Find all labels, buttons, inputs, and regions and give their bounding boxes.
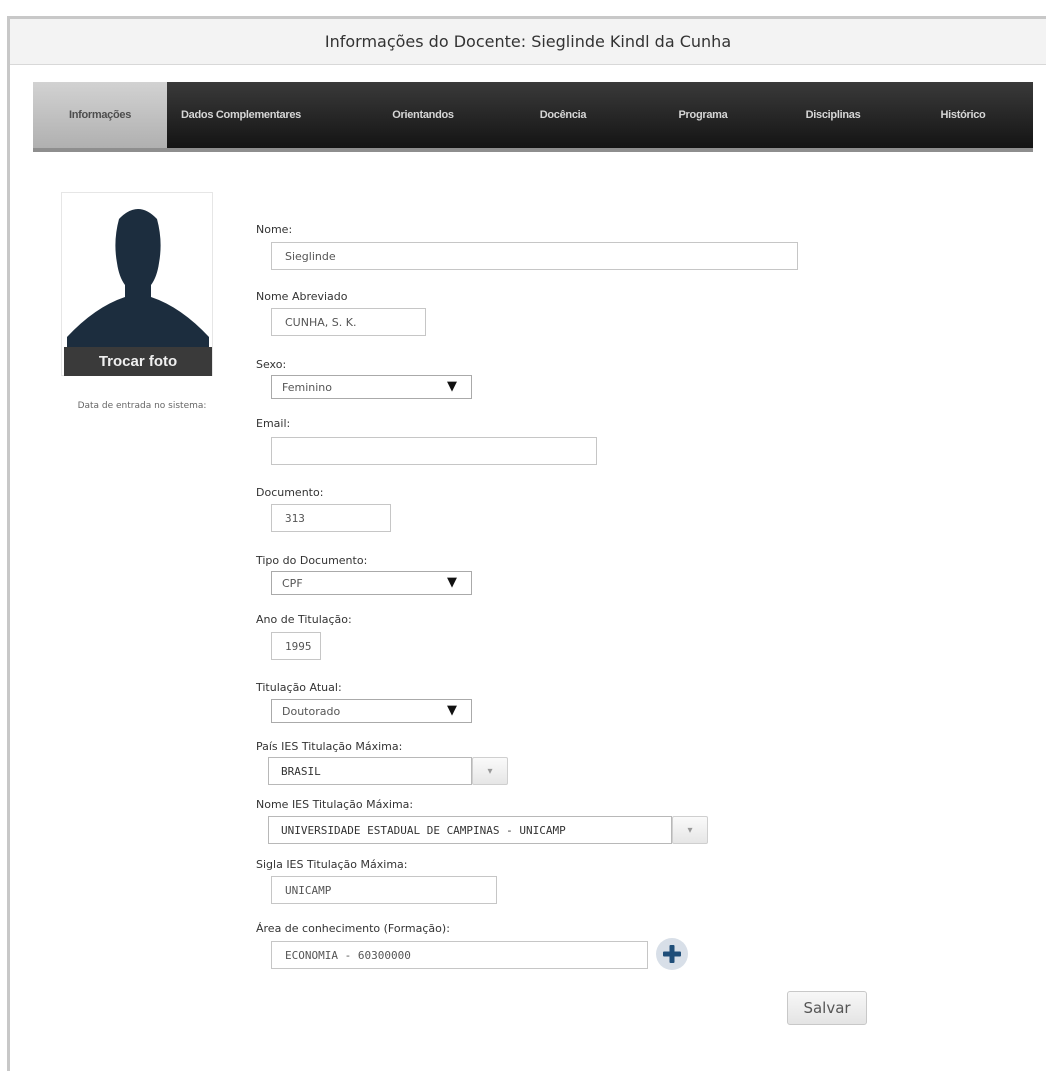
tab-informacoes[interactable]: Informações bbox=[33, 82, 167, 148]
pais-ies-label: País IES Titulação Máxima: bbox=[256, 740, 403, 753]
titulacao-atual-value: Doutorado bbox=[282, 704, 341, 718]
dropdown-arrow-icon: ▼ bbox=[447, 379, 457, 394]
ano-titulacao-field[interactable]: 1995 bbox=[271, 632, 321, 660]
pais-ies-combobox[interactable]: BRASIL bbox=[268, 757, 472, 785]
chevron-down-icon: ▾ bbox=[487, 765, 493, 777]
nome-ies-label: Nome IES Titulação Máxima: bbox=[256, 798, 414, 811]
sexo-select[interactable]: Feminino ▼ bbox=[271, 375, 472, 399]
sigla-ies-field[interactable]: UNICAMP bbox=[271, 876, 497, 904]
avatar-silhouette-icon bbox=[67, 209, 209, 347]
change-photo-button[interactable]: Trocar foto bbox=[64, 347, 212, 376]
tab-dados-complementares[interactable]: Dados Complementares bbox=[167, 82, 315, 148]
nome-field[interactable]: Sieglinde bbox=[271, 242, 798, 270]
documento-field[interactable]: 313 bbox=[271, 504, 391, 532]
titulacao-atual-select[interactable]: Doutorado ▼ bbox=[271, 699, 472, 723]
dropdown-arrow-icon: ▼ bbox=[447, 575, 457, 590]
nome-ies-combobox[interactable]: UNIVERSIDADE ESTADUAL DE CAMPINAS - UNIC… bbox=[268, 816, 672, 844]
sexo-value: Feminino bbox=[282, 380, 332, 394]
nome-abreviado-field[interactable]: CUNHA, S. K. bbox=[271, 308, 426, 336]
entry-date-label: Data de entrada no sistema: bbox=[77, 401, 207, 411]
tipo-documento-select[interactable]: CPF ▼ bbox=[271, 571, 472, 595]
chevron-down-icon: ▾ bbox=[687, 824, 693, 836]
documento-label: Documento: bbox=[256, 486, 324, 499]
email-label: Email: bbox=[256, 417, 291, 430]
email-field[interactable] bbox=[271, 437, 597, 465]
tipo-documento-label: Tipo do Documento: bbox=[256, 554, 368, 567]
tab-programa[interactable]: Programa bbox=[653, 82, 753, 148]
plus-icon bbox=[663, 945, 681, 963]
sigla-ies-label: Sigla IES Titulação Máxima: bbox=[256, 858, 408, 871]
sexo-label: Sexo: bbox=[256, 358, 287, 371]
window-frame-left bbox=[7, 16, 10, 1071]
tab-orientandos[interactable]: Orientandos bbox=[373, 82, 473, 148]
save-button[interactable]: Salvar bbox=[787, 991, 867, 1025]
tab-docencia[interactable]: Docência bbox=[513, 82, 613, 148]
titulacao-atual-label: Titulação Atual: bbox=[256, 681, 342, 694]
area-conhecimento-label: Área de conhecimento (Formação): bbox=[256, 922, 450, 935]
tab-bar: Informações Dados Complementares Orienta… bbox=[33, 82, 1033, 152]
tipo-documento-value: CPF bbox=[282, 576, 303, 590]
area-conhecimento-field[interactable]: ECONOMIA - 60300000 bbox=[271, 941, 648, 969]
ano-titulacao-label: Ano de Titulação: bbox=[256, 613, 352, 626]
nome-ies-combo-toggle[interactable]: ▾ bbox=[672, 816, 708, 844]
dropdown-arrow-icon: ▼ bbox=[447, 703, 457, 718]
add-area-button[interactable] bbox=[656, 938, 688, 970]
page-title: Informações do Docente: Sieglinde Kindl … bbox=[10, 19, 1046, 65]
tab-historico[interactable]: Histórico bbox=[913, 82, 1013, 148]
nome-label: Nome: bbox=[256, 223, 293, 236]
tab-disciplinas[interactable]: Disciplinas bbox=[783, 82, 883, 148]
nome-abreviado-label: Nome Abreviado bbox=[256, 290, 348, 303]
pais-ies-combo-toggle[interactable]: ▾ bbox=[472, 757, 508, 785]
